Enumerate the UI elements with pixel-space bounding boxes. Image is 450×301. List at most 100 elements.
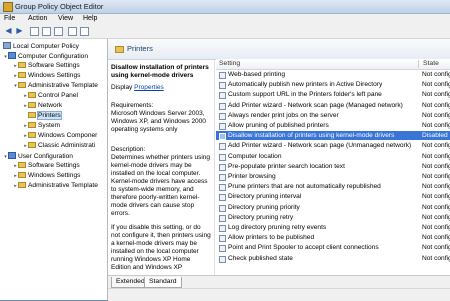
table-row[interactable]: Automatically publish new printers in Ac… [216, 80, 450, 90]
setting-name: Directory pruning priority [228, 203, 300, 211]
up-icon[interactable] [30, 27, 39, 36]
setting-name: Directory pruning retry [228, 213, 294, 221]
policy-setting-icon [219, 225, 226, 232]
setting-state: Not configured [422, 111, 450, 119]
menu-help[interactable]: Help [83, 15, 97, 22]
details-pane: Printers Disallow installation of printe… [108, 39, 450, 301]
tree-item-admin-templates[interactable]: ▾ Administrative Template [13, 82, 98, 91]
view-tabs: Extended Standard [108, 275, 450, 289]
forward-icon[interactable]: ▶ [15, 27, 24, 35]
help-icon[interactable] [68, 27, 77, 36]
tree-item-windows-components[interactable]: ▸ Windows Componer [23, 132, 97, 141]
setting-state: Not configured [422, 234, 450, 242]
setting-state: Not configured [422, 122, 450, 129]
tree-item-root[interactable]: Local Computer Policy [3, 42, 79, 51]
tree-item-software-settings[interactable]: ▸ Software Settings [13, 62, 80, 71]
tree-item-system[interactable]: ▸ System [23, 122, 60, 131]
policy-setting-icon [219, 214, 226, 222]
tree-item-computer-config[interactable]: ▾ Computer Configuration [3, 52, 88, 61]
menu-view[interactable]: View [58, 15, 73, 22]
setting-name: Automatically publish new printers in Ac… [228, 81, 383, 89]
tree-item-user-software[interactable]: ▸ Software Settings [13, 162, 80, 171]
menu-bar: File Action View Help [0, 14, 450, 25]
table-row[interactable]: Web-based printing Not configured [216, 70, 450, 79]
setting-name: Add Printer wizard - Network scan page (… [228, 142, 412, 150]
setting-name: Prune printers that are not automaticall… [228, 183, 381, 191]
tree-item-user-admin[interactable]: ▸ Administrative Template [13, 182, 98, 191]
folder-icon [28, 142, 36, 148]
export-icon[interactable] [54, 27, 63, 36]
table-row[interactable]: Disallow installation of printers using … [216, 131, 450, 141]
tree-item-control-panel[interactable]: ▸ Control Panel [23, 92, 78, 101]
setting-state: Not configured [422, 224, 450, 231]
table-row[interactable]: Point and Print Spooler to accept client… [216, 243, 450, 253]
table-row[interactable]: Directory pruning interval Not configured [216, 192, 450, 202]
setting-name: Directory pruning interval [228, 193, 302, 201]
policy-icon [3, 42, 11, 49]
description-text-2: If you disable this setting, or do not c… [111, 224, 211, 271]
policy-setting-icon [219, 163, 226, 171]
table-row[interactable]: Directory pruning retry Not configured [216, 213, 450, 222]
setting-state: Not configured [422, 173, 450, 180]
tree-item-user-windows[interactable]: ▸ Windows Settings [13, 172, 80, 181]
setting-name: Custom support URL in the Printers folde… [228, 91, 382, 99]
tab-standard[interactable]: Standard [144, 277, 182, 288]
setting-name: Allow printers to be published [228, 234, 315, 242]
policy-setting-icon [219, 184, 226, 192]
table-row[interactable]: Log directory pruning retry events Not co… [216, 223, 450, 232]
tree-item-network[interactable]: ▸ Network [23, 102, 62, 111]
folder-icon [18, 172, 26, 178]
menu-action[interactable]: Action [28, 15, 47, 22]
setting-state: Not configured [422, 142, 450, 150]
column-setting[interactable]: Setting [219, 60, 240, 67]
back-icon[interactable]: ◀ [4, 27, 13, 35]
menu-file[interactable]: File [4, 15, 15, 22]
pane-divider [214, 60, 215, 284]
computer-icon [8, 52, 16, 59]
table-row[interactable]: Directory pruning priority Not configured [216, 203, 450, 212]
setting-state: Not configured [422, 81, 450, 89]
tree-item-user-config[interactable]: ▾ User Configuration [3, 152, 73, 161]
setting-state: Disabled [422, 132, 448, 140]
setting-name: Printer browsing [228, 173, 276, 180]
folder-icon [28, 132, 36, 138]
table-row[interactable]: Computer location Not configured [216, 152, 450, 161]
folder-icon [28, 102, 36, 108]
policy-setting-icon [219, 174, 226, 181]
setting-state: Not configured [422, 152, 450, 160]
table-row[interactable]: Prune printers that are not automaticall… [216, 182, 450, 192]
table-row[interactable]: Allow pruning of published printers Not c… [216, 121, 450, 130]
toolbar: ◀ ▶ [0, 25, 450, 39]
table-row[interactable]: Check published state Not configured [216, 254, 450, 263]
policy-setting-icon [219, 102, 226, 110]
setting-name: Web-based printing [228, 71, 286, 78]
show-tree-icon[interactable] [42, 27, 51, 36]
policy-setting-icon [219, 204, 226, 212]
table-row[interactable]: Always render print jobs on the server No… [216, 111, 450, 120]
tree-item-printers[interactable]: Printers [23, 111, 62, 121]
table-row[interactable]: Add Printer wizard - Network scan page (… [216, 141, 450, 151]
table-row[interactable]: Add Printer wizard - Network scan page (… [216, 101, 450, 110]
setting-name: Computer location [228, 152, 282, 160]
policy-setting-icon [219, 194, 226, 202]
properties-link[interactable]: Properties [134, 84, 164, 91]
column-separator[interactable] [418, 60, 419, 68]
setting-name: Log directory pruning retry events [228, 224, 327, 231]
setting-name: Disallow installation of printers using … [228, 132, 395, 140]
folder-icon [28, 92, 36, 98]
setting-state: Not configured [422, 91, 450, 99]
user-icon [8, 152, 16, 159]
properties-icon[interactable] [80, 27, 89, 36]
table-row[interactable]: Printer browsing Not configured [216, 172, 450, 181]
folder-icon [18, 62, 26, 68]
description-text: Description: Determines whether printers… [111, 146, 210, 217]
column-state[interactable]: State [423, 60, 439, 67]
tree-item-classic-admin[interactable]: ▸ Classic Administrati [23, 142, 95, 151]
table-row[interactable]: Custom support URL in the Printers folde… [216, 90, 450, 100]
policy-setting-icon [219, 133, 226, 141]
table-row[interactable]: Pre-populate printer search location tex… [216, 162, 450, 171]
description-panel: Disallow installation of printers using … [108, 60, 212, 284]
policy-setting-icon [219, 245, 226, 253]
tree-item-windows-settings[interactable]: ▸ Windows Settings [13, 72, 80, 81]
table-row[interactable]: Allow printers to be published Not config… [216, 233, 450, 243]
